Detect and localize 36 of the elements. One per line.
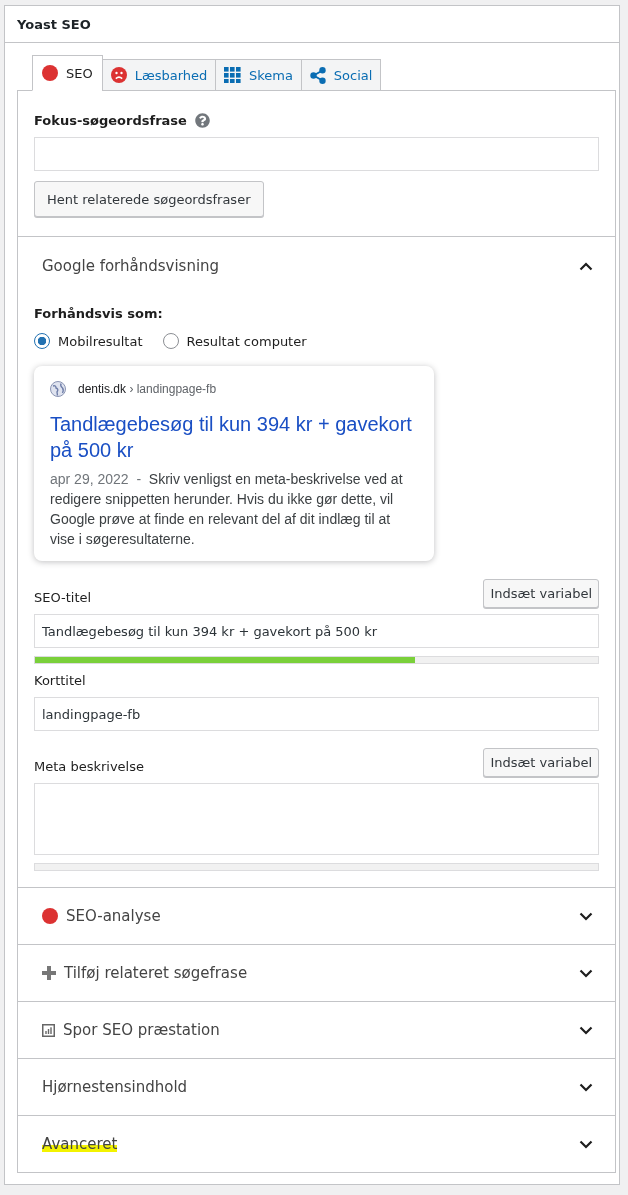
input-field[interactable]: landingpage-fb <box>34 697 599 731</box>
section-title: Spor SEO præstation <box>63 1021 220 1039</box>
field-label: Fokus-søgeordsfrase <box>34 112 187 128</box>
section-title: Avanceret <box>42 1135 118 1153</box>
plus-icon <box>42 966 56 980</box>
section-title: SEO-analyse <box>66 907 161 925</box>
insert-variable-button[interactable]: Indsæt variabel <box>483 748 599 777</box>
radio-button[interactable] <box>34 333 50 349</box>
input-field[interactable]: Tandlægebesøg til kun 394 kr + gavekort på 500 kr <box>34 614 599 648</box>
snippet-description: apr 29, 2022 - Skriv venligst en meta-beskrivelse ved at redigere snippetten herunder. Hvis du ikke gør dette, vil Google prøve at finde en relevant del af dit indlæg til at vise i søgeresultaterne. <box>50 470 404 549</box>
field-label: SEO-titel <box>34 590 92 607</box>
textarea-field[interactable] <box>34 783 599 855</box>
help-icon[interactable] <box>194 112 210 128</box>
input-field[interactable] <box>34 137 599 171</box>
tab[interactable]: Social <box>300 59 382 91</box>
field-label: Korttitel <box>34 673 86 690</box>
section-title: Google forhåndsvisning <box>42 257 220 275</box>
tab[interactable]: SEO <box>32 55 103 91</box>
bar-chart-icon <box>42 1023 55 1037</box>
related-keyphrases-button[interactable]: Hent relaterede søgeordsfraser <box>34 181 264 217</box>
share-icon <box>309 66 326 84</box>
field-label: Forhåndsvis som: <box>34 306 163 321</box>
tab[interactable]: Læsbarhed <box>101 59 217 91</box>
globe-icon <box>50 381 66 397</box>
panel-title: Yoast SEO <box>17 16 91 32</box>
tab[interactable]: Skema <box>215 59 302 91</box>
grid-icon <box>224 66 241 84</box>
radio-button[interactable] <box>162 333 179 349</box>
radio-label[interactable]: Mobilresultat <box>58 333 143 349</box>
snippet-title[interactable]: Tandlægebesøg til kun 394 kr + gavekort på 500 kr <box>50 411 418 463</box>
field-label: Meta beskrivelse <box>34 759 144 776</box>
snippet-url: dentis.dk › landingpage-fb <box>78 382 217 396</box>
section-title: Tilføj relateret søgefrase <box>64 964 248 982</box>
section-title: Hjørnestensindhold <box>42 1078 188 1096</box>
insert-variable-button[interactable]: Indsæt variabel <box>483 579 599 608</box>
radio-label[interactable]: Resultat computer <box>186 333 307 349</box>
